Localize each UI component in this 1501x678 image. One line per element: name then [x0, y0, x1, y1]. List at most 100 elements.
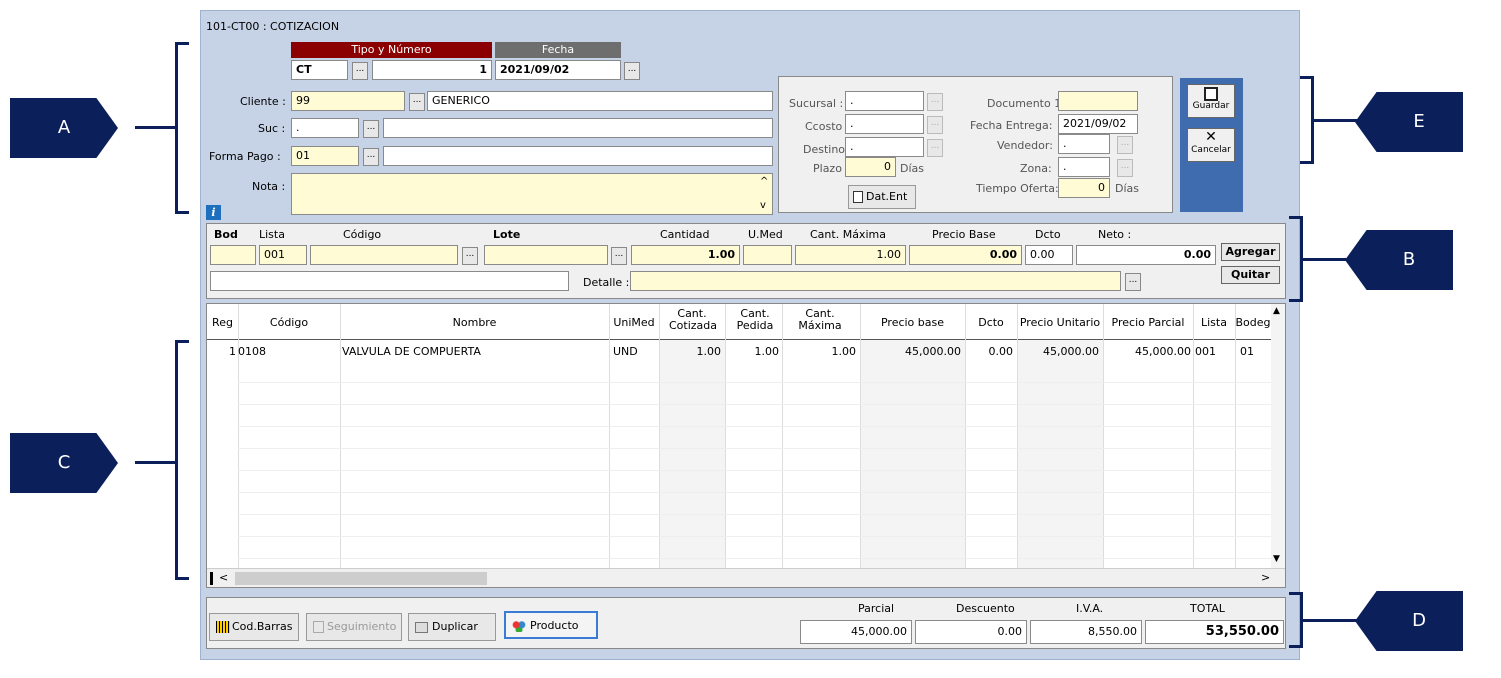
quitar-button[interactable]: Quitar — [1221, 266, 1280, 284]
fecha-picker-button[interactable]: ... — [624, 62, 640, 80]
row-line — [238, 382, 1271, 383]
lote-label: Lote — [493, 228, 521, 241]
vendedor-lookup-button[interactable]: ... — [1117, 136, 1133, 154]
suc-lookup-button[interactable]: ... — [363, 120, 379, 138]
vertical-scrollbar[interactable] — [1271, 304, 1285, 568]
list-icon — [313, 621, 324, 633]
tiempo-oferta-field[interactable]: 0 — [1058, 178, 1110, 198]
guardar-button[interactable]: Guardar — [1187, 84, 1235, 118]
forma-pago-lookup-button[interactable]: ... — [363, 148, 379, 166]
chevron-left-icon[interactable]: < — [219, 571, 228, 584]
cant-max-field[interactable]: 1.00 — [795, 245, 906, 265]
chevron-up-icon[interactable]: ▲ — [1273, 306, 1280, 316]
row-line — [238, 448, 1271, 449]
zona-field[interactable]: . — [1058, 157, 1110, 177]
cliente-name-field[interactable]: GENERICO — [427, 91, 773, 111]
vendedor-label: Vendedor: — [997, 139, 1053, 152]
destino-field[interactable]: . — [845, 137, 924, 157]
forma-pago-name-field[interactable] — [383, 146, 773, 166]
tipo-field[interactable]: CT — [291, 60, 348, 80]
marker-d: D — [1355, 591, 1463, 651]
col-cant-maxima[interactable]: Cant. Máxima — [790, 308, 850, 332]
col-precio-parcial[interactable]: Precio Parcial — [1103, 317, 1193, 329]
cliente-lookup-button[interactable]: ... — [409, 93, 425, 111]
col-cant-pedida[interactable]: Cant. Pedida — [735, 308, 775, 332]
cell-cant-cotizada: 1.00 — [696, 345, 722, 358]
ccosto-field[interactable]: . — [845, 114, 924, 134]
product-icon — [512, 620, 526, 632]
plazo-label: Plazo : — [813, 162, 850, 175]
tipo-lookup-button[interactable]: ... — [352, 62, 368, 80]
col-reg[interactable]: Reg — [207, 317, 238, 329]
zona-label: Zona: — [1020, 162, 1052, 175]
duplicar-button[interactable]: Duplicar — [408, 613, 496, 641]
suc-label: Suc : — [258, 122, 286, 135]
row-indicator — [210, 572, 213, 585]
sucursal-field[interactable]: . — [845, 91, 924, 111]
col-cant-cotizada[interactable]: Cant. Cotizada — [669, 308, 717, 332]
agregar-button[interactable]: Agregar — [1221, 243, 1280, 261]
numero-field[interactable]: 1 — [372, 60, 492, 80]
lote-field[interactable] — [484, 245, 608, 265]
col-precio-unitario[interactable]: Precio Unitario — [1017, 317, 1103, 329]
col-precio-base[interactable]: Precio base — [860, 317, 965, 329]
vendedor-field[interactable]: . — [1058, 134, 1110, 154]
cell-cant-maxima: 1.00 — [831, 345, 857, 358]
chevron-right-icon[interactable]: > — [1261, 571, 1270, 584]
lote-lookup-button[interactable]: ... — [611, 247, 627, 265]
dat-ent-button[interactable]: Dat.Ent — [848, 185, 916, 209]
info-icon[interactable]: i — [206, 205, 221, 220]
cliente-code-field[interactable]: 99 — [291, 91, 405, 111]
col-lista[interactable]: Lista — [1193, 317, 1235, 329]
producto-button[interactable]: Producto — [504, 611, 598, 639]
chevron-up-icon[interactable]: ^ — [760, 176, 768, 187]
marker-b: B — [1345, 230, 1453, 290]
row-line — [238, 426, 1271, 427]
plazo-field[interactable]: 0 — [845, 157, 896, 177]
bod-field[interactable] — [210, 245, 256, 265]
cod-barras-button[interactable]: Cod.Barras — [209, 613, 299, 641]
sucursal-lookup-button[interactable]: ... — [927, 93, 943, 111]
col-nombre[interactable]: Nombre — [340, 317, 609, 329]
ccosto-lookup-button[interactable]: ... — [927, 116, 943, 134]
codigo-lookup-button[interactable]: ... — [462, 247, 478, 265]
fecha-header: Fecha — [495, 42, 621, 58]
lista-field[interactable]: 001 — [259, 245, 307, 265]
codigo-field[interactable] — [310, 245, 458, 265]
documento1-field[interactable] — [1058, 91, 1138, 111]
cancelar-button[interactable]: ✕ Cancelar — [1187, 128, 1235, 162]
table-row[interactable]: 1 0108 VALVULA DE COMPUERTA UND 1.00 1.0… — [207, 342, 1271, 360]
chevron-down-icon[interactable]: v — [760, 200, 766, 211]
precio-base-field[interactable]: 0.00 — [909, 245, 1022, 265]
cell-reg: 1 — [229, 345, 236, 358]
umed-field[interactable] — [743, 245, 792, 265]
col-unimed[interactable]: UniMed — [609, 317, 659, 329]
suc-field[interactable]: . — [291, 118, 359, 138]
marker-a: A — [10, 98, 118, 158]
cell-unimed: UND — [613, 345, 638, 358]
detalle-field[interactable] — [630, 271, 1121, 291]
col-bodega[interactable]: Bodeg — [1235, 317, 1271, 329]
fecha-field[interactable]: 2021/09/02 — [495, 60, 621, 80]
bracket-c — [175, 340, 189, 580]
fecha-entrega-field[interactable]: 2021/09/02 — [1058, 114, 1138, 134]
row-line — [238, 404, 1271, 405]
destino-lookup-button[interactable]: ... — [927, 139, 943, 157]
forma-pago-field[interactable]: 01 — [291, 146, 359, 166]
barcode-icon — [216, 621, 230, 633]
item-description-field[interactable] — [210, 271, 569, 291]
dcto-field[interactable]: 0.00 — [1025, 245, 1073, 265]
connector-a — [135, 126, 175, 129]
detalle-lookup-button[interactable]: ... — [1125, 273, 1141, 291]
col-codigo[interactable]: Código — [238, 317, 340, 329]
zona-lookup-button[interactable]: ... — [1117, 159, 1133, 177]
chevron-down-icon[interactable]: ▼ — [1273, 554, 1280, 564]
tipo-numero-header: Tipo y Número — [291, 42, 492, 58]
cell-dcto: 0.00 — [988, 345, 1014, 358]
nota-textarea[interactable] — [291, 173, 773, 215]
scrollbar-thumb[interactable] — [235, 572, 487, 585]
suc-name-field[interactable] — [383, 118, 773, 138]
parcial-value: 45,000.00 — [800, 620, 912, 644]
cantidad-field[interactable]: 1.00 — [631, 245, 740, 265]
col-dcto[interactable]: Dcto — [965, 317, 1017, 329]
